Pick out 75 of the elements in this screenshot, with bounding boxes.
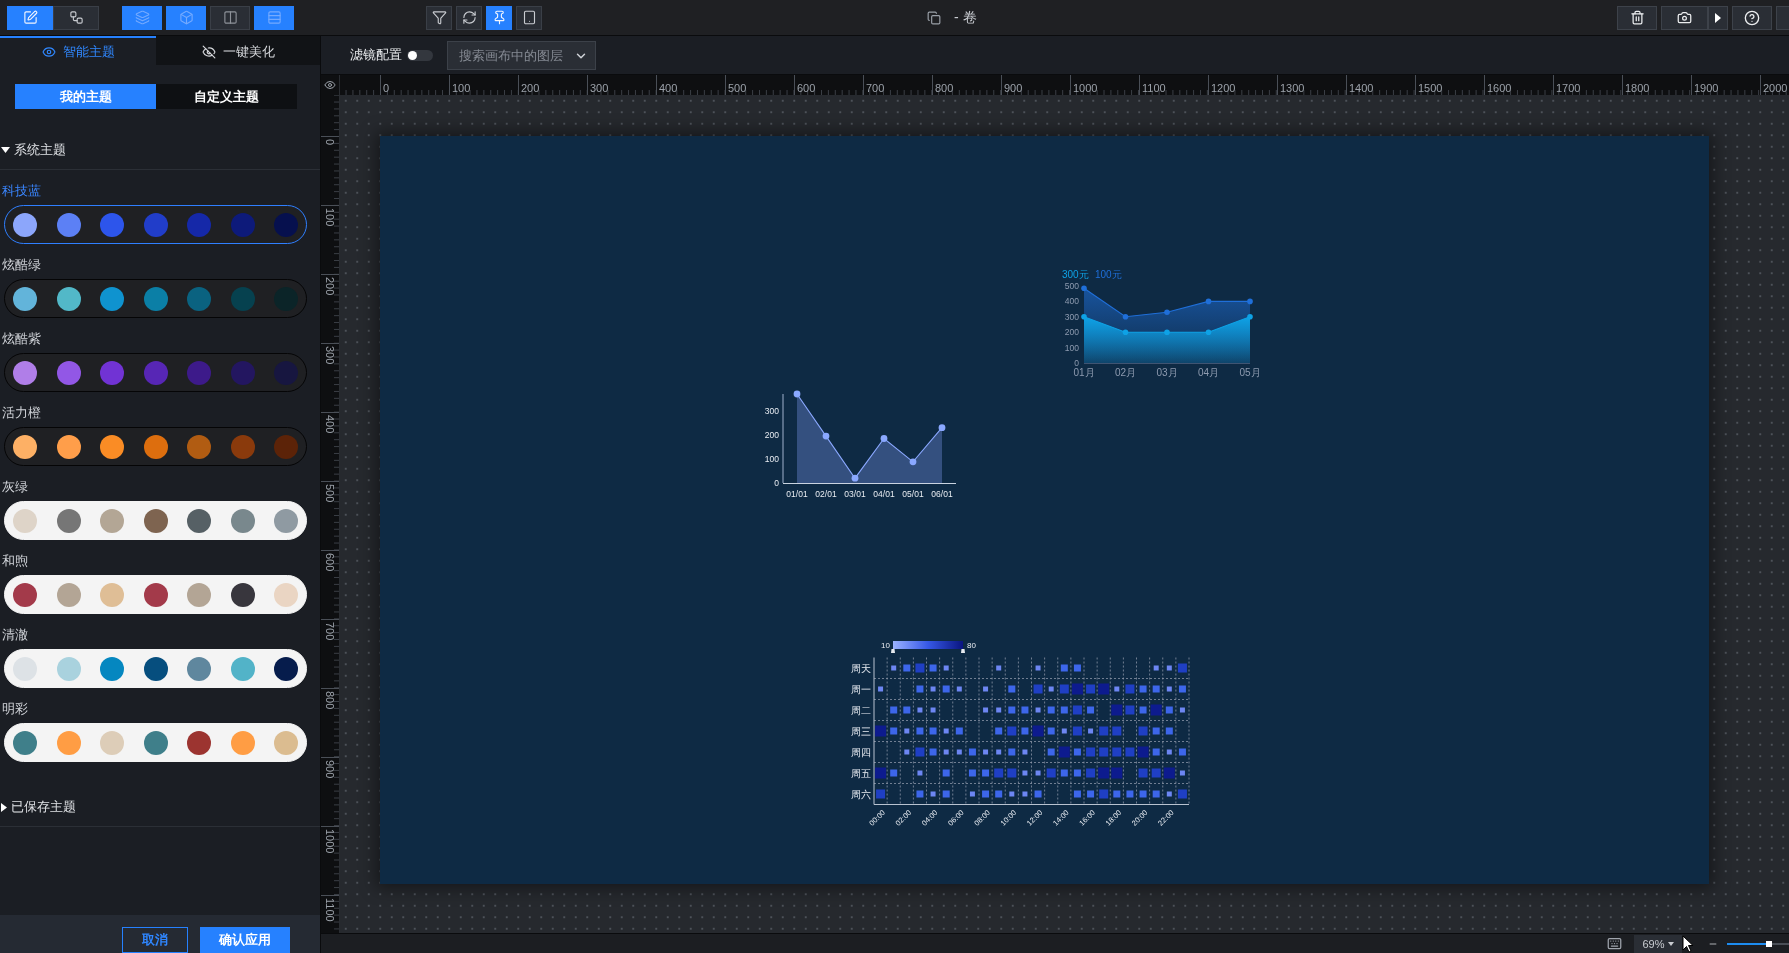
axis-label: 02/01	[815, 489, 837, 499]
ruler-label: 1000	[1073, 82, 1098, 95]
filter-label: 滤镜配置	[350, 46, 402, 64]
scale-label: 80	[967, 641, 976, 650]
ruler-label: 2000	[1763, 82, 1788, 95]
ruler-label: 300	[324, 346, 336, 367]
day-label: 周天	[851, 662, 871, 674]
ruler-label: 800	[324, 691, 336, 712]
ruler-label: 1000	[324, 829, 336, 856]
ruler-label: 500	[728, 82, 747, 95]
axis-label: 100	[764, 453, 779, 464]
theme-name: 和煦	[1, 552, 28, 570]
ruler-label: 100	[324, 208, 336, 229]
axis-label: 01/01	[786, 489, 808, 499]
day-label: 周三	[851, 725, 871, 737]
ruler-label: 1900	[1694, 82, 1719, 95]
ruler-label: 800	[935, 82, 954, 95]
axis-label: 01月	[1073, 367, 1095, 378]
axis-label: 0	[1074, 358, 1079, 368]
legend-label: 100元	[1095, 269, 1122, 280]
ruler-label: 200	[324, 277, 336, 298]
axis-label: 04/01	[873, 489, 895, 499]
ruler-label: 1500	[1418, 82, 1443, 95]
ruler-label: 100	[452, 82, 471, 95]
axis-label: 05月	[1239, 367, 1261, 378]
ruler-label: 900	[1004, 82, 1023, 95]
day-label: 周四	[851, 746, 871, 758]
ruler-label: 1400	[1349, 82, 1374, 95]
ruler-label: 0	[324, 139, 336, 148]
ruler-label: 200	[521, 82, 540, 95]
axis-label: 400	[1064, 296, 1079, 307]
axis-label: 02月	[1114, 367, 1137, 378]
ruler-label: 1800	[1625, 82, 1650, 95]
ruler-label: 1300	[1280, 82, 1305, 95]
theme-name: 明彩	[1, 700, 28, 718]
axis-label: 04月	[1197, 367, 1220, 378]
theme-name: 炫酷紫	[1, 330, 41, 348]
day-label: 周一	[851, 683, 871, 695]
theme-name: 活力橙	[1, 404, 41, 422]
axis-label: 06/01	[931, 489, 953, 499]
ruler-label: 400	[659, 82, 678, 95]
ruler-label: 400	[324, 415, 336, 436]
ruler-label: 500	[324, 484, 336, 505]
ruler-label: 1100	[1142, 82, 1166, 95]
scale-label: 10	[881, 641, 890, 650]
axis-label: 03月	[1156, 367, 1178, 378]
axis-label: 300	[764, 405, 779, 416]
axis-label: 100	[1064, 342, 1079, 353]
day-label: 周六	[851, 788, 871, 800]
axis-label: 500	[1064, 281, 1079, 291]
ruler-label: 1600	[1487, 82, 1512, 95]
ruler-label: 1100	[324, 898, 336, 924]
ruler-label: 1200	[1211, 82, 1236, 95]
axis-label: 300	[1064, 311, 1079, 322]
axis-label: 03/01	[844, 489, 866, 499]
ruler-label: 600	[324, 553, 336, 574]
axis-label: 200	[764, 429, 779, 440]
day-label: 周二	[851, 704, 871, 716]
ruler-label: 900	[324, 760, 336, 781]
window-title: - 卷	[954, 8, 977, 27]
ruler-label: 600	[797, 82, 816, 95]
theme-name: 灰绿	[1, 478, 28, 496]
ruler-label: 300	[590, 82, 609, 95]
theme-name: 炫酷绿	[1, 256, 41, 274]
ruler-label: 1700	[1556, 82, 1581, 95]
ruler-label: 700	[324, 622, 336, 643]
axis-label: 0	[774, 478, 779, 488]
theme-name: 科技蓝	[1, 182, 41, 200]
axis-label: 200	[1064, 327, 1079, 338]
ruler-label: 0	[383, 82, 390, 95]
axis-label: 05/01	[902, 489, 924, 499]
legend-label: 300元	[1062, 269, 1089, 280]
day-label: 周五	[851, 767, 871, 779]
theme-name: 清澈	[1, 626, 28, 644]
ruler-label: 700	[866, 82, 885, 95]
